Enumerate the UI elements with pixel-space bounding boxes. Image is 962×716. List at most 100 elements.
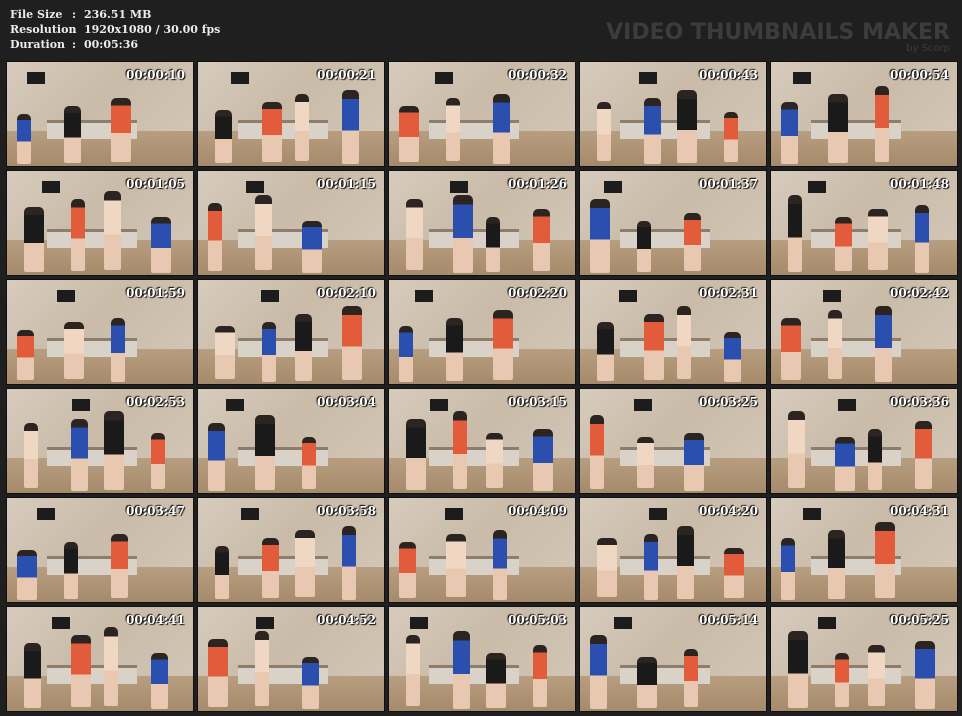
thumbnail-timestamp: 00:02:31 (699, 286, 758, 300)
thumbnail-figure (342, 90, 359, 164)
thumbnail-figure (828, 94, 848, 163)
video-thumbnail: 00:02:20 (388, 279, 576, 385)
thumbnail-tv (57, 290, 75, 302)
resolution-row: Resolution : 1920x1080 / 30.00 fps (10, 22, 220, 37)
thumbnail-figure (111, 534, 128, 598)
watermark: VIDEO THUMBNAILS MAKER by Scorp (606, 20, 950, 54)
thumbnail-timestamp: 00:03:04 (317, 395, 376, 409)
video-thumbnail: 00:03:04 (197, 388, 385, 494)
thumbnail-tv (808, 181, 826, 193)
thumbnail-bed (620, 556, 710, 575)
thumbnail-figure (828, 310, 842, 379)
thumbnail-figure (875, 306, 892, 382)
video-thumbnail: 00:03:15 (388, 388, 576, 494)
thumbnail-figure (255, 631, 269, 706)
thumbnail-timestamp: 00:01:15 (317, 177, 376, 191)
thumbnail-tv (226, 399, 244, 411)
video-thumbnail: 00:00:54 (770, 61, 958, 167)
thumbnail-figure (788, 631, 808, 708)
thumbnail-timestamp: 00:04:31 (890, 504, 949, 518)
thumbnail-figure (104, 191, 121, 270)
thumbnail-timestamp: 00:03:25 (699, 395, 758, 409)
thumbnail-timestamp: 00:05:25 (890, 613, 949, 627)
video-thumbnail: 00:03:58 (197, 497, 385, 603)
thumbnail-figure (453, 631, 470, 709)
video-thumbnail: 00:02:31 (579, 279, 767, 385)
thumbnail-figure (590, 635, 607, 709)
thumbnail-figure (104, 627, 118, 706)
thumbnail-figure (406, 419, 426, 490)
thumbnail-figure (262, 102, 282, 162)
video-thumbnail: 00:04:31 (770, 497, 958, 603)
duration-value: 00:05:36 (84, 38, 139, 51)
thumbnail-tv (415, 290, 433, 302)
thumbnail-tv (639, 72, 657, 84)
thumbnail-figure (597, 322, 614, 381)
separator: : (72, 38, 77, 51)
video-thumbnail: 00:01:05 (6, 170, 194, 276)
thumbnail-figure (915, 421, 932, 489)
thumbnail-figure (835, 437, 855, 491)
thumbnail-figure (644, 314, 664, 380)
thumbnail-figure (255, 195, 272, 270)
thumbnail-tv (37, 508, 55, 520)
file-size-row: File Size : 236.51 MB (10, 7, 220, 22)
thumbnail-figure (342, 306, 362, 380)
video-thumbnail: 00:01:59 (6, 279, 194, 385)
video-thumbnail: 00:00:10 (6, 61, 194, 167)
thumbnail-figure (262, 538, 279, 598)
thumbnail-timestamp: 00:03:58 (317, 504, 376, 518)
thumbnail-figure (644, 534, 658, 600)
thumbnail-figure (24, 423, 38, 488)
separator: : (72, 8, 77, 21)
file-info: File Size : 236.51 MB Resolution : 1920x… (10, 7, 220, 52)
video-thumbnail: 00:05:14 (579, 606, 767, 712)
thumbnail-bed (238, 338, 328, 357)
thumbnail-figure (597, 102, 611, 161)
thumbnail-figure (868, 645, 885, 706)
thumbnail-tv (614, 617, 632, 629)
thumbnail-figure (215, 110, 232, 163)
thumbnail-timestamp: 00:00:43 (699, 68, 758, 82)
file-size-label: File Size (10, 8, 63, 21)
thumbnail-timestamp: 00:01:26 (508, 177, 567, 191)
thumbnail-timestamp: 00:03:15 (508, 395, 567, 409)
thumbnail-tv (72, 399, 90, 411)
thumbnail-figure (406, 635, 420, 706)
thumbnail-figure (533, 429, 553, 491)
thumbnail-figure (151, 433, 165, 489)
thumbnail-figure (486, 653, 506, 708)
thumbnail-bed (620, 338, 710, 357)
thumbnail-figure (875, 86, 889, 162)
thumbnail-tv (435, 72, 453, 84)
thumbnail-figure (295, 94, 309, 161)
thumbnail-figure (637, 437, 654, 488)
video-thumbnail: 00:04:41 (6, 606, 194, 712)
thumbnail-figure (151, 653, 168, 709)
thumbnail-figure (677, 526, 694, 599)
video-thumbnail: 00:04:09 (388, 497, 576, 603)
thumbnail-timestamp: 00:01:48 (890, 177, 949, 191)
thumbnail-figure (677, 90, 697, 163)
thumbnail-timestamp: 00:04:41 (126, 613, 185, 627)
thumbnail-figure (493, 530, 507, 600)
thumbnail-figure (255, 415, 275, 490)
thumbnail-figure (295, 530, 315, 597)
thumbnail-figure (453, 195, 473, 273)
thumbnail-figure (868, 209, 888, 270)
thumbnail-figure (151, 217, 171, 273)
thumbnail-bed (429, 447, 519, 466)
thumbnail-figure (915, 641, 935, 709)
thumbnail-figure (868, 429, 882, 490)
duration-row: Duration : 00:05:36 (10, 37, 220, 52)
thumbnail-figure (486, 217, 500, 272)
thumbnail-figure (302, 657, 319, 709)
thumbnail-timestamp: 00:03:47 (126, 504, 185, 518)
resolution-label: Resolution (10, 23, 77, 36)
thumbnail-tv (450, 181, 468, 193)
thumbnail-figure (781, 538, 795, 600)
thumbnail-figure (533, 209, 550, 271)
video-thumbnail: 00:03:36 (770, 388, 958, 494)
thumbnail-figure (597, 538, 617, 597)
thumbnail-figure (590, 199, 610, 273)
